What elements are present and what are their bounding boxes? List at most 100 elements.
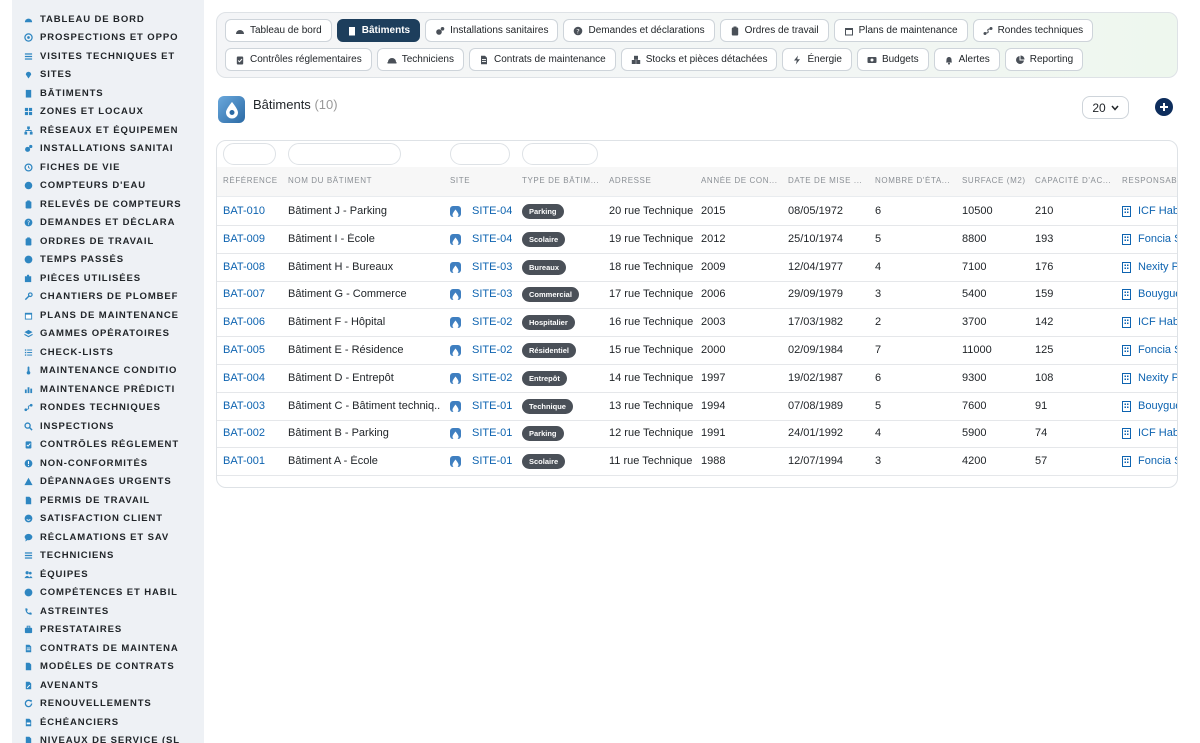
column-header[interactable]: RÉFÉRENCE [223,176,283,185]
responsible-link[interactable]: Nexity P [1138,372,1177,384]
responsible-link[interactable]: ICF Hab [1138,316,1177,328]
column-header[interactable]: RESPONSAB [1122,176,1177,185]
table-row[interactable]: BAT-002 Bâtiment B - Parking SITE-01 Parkin… [217,420,1177,449]
column-header[interactable]: DATE DE MISE ... [788,176,868,185]
nav-tab[interactable]: Installations sanitaires [425,19,559,42]
add-button[interactable] [1155,98,1173,116]
nav-tab[interactable]: Stocks et pièces détachées [620,48,778,71]
table-row[interactable]: BAT-006 Bâtiment F - Hôpital SITE-02 Hospit… [217,309,1177,338]
reference-link[interactable]: BAT-004 [223,372,265,384]
column-header[interactable]: ANNÉE DE CON... [701,176,781,185]
sidebar-item[interactable]: ORDRES DE TRAVAIL [12,232,204,251]
table-row[interactable]: BAT-004 Bâtiment D - Entrepôt SITE-02 Entre… [217,365,1177,393]
sidebar-item[interactable]: ÉCHÉANCIERS [12,713,204,732]
sidebar-item[interactable]: CONTRÔLES RÉGLEMENT [12,436,204,455]
responsible-link[interactable]: Foncia S [1138,455,1177,467]
sidebar-item[interactable]: CHANTIERS DE PLOMBEF [12,288,204,307]
sidebar-item[interactable]: CHECK-LISTS [12,343,204,362]
sidebar-item[interactable]: PIÈCES UTILISÉES [12,269,204,288]
responsible-link[interactable]: Nexity P [1138,261,1177,273]
sidebar-item[interactable]: INSTALLATIONS SANITAI [12,140,204,159]
responsible-link[interactable]: Bouygue [1138,400,1177,412]
nav-tab[interactable]: Rondes techniques [972,19,1094,42]
nav-tab[interactable]: Bâtiments [336,19,421,42]
nav-tab[interactable]: Reporting [1004,48,1084,71]
site-link[interactable]: SITE-04 [472,205,512,217]
responsible-link[interactable]: ICF Hab [1138,205,1177,217]
table-row[interactable]: BAT-010 Bâtiment J - Parking SITE-04 Parkin… [217,198,1177,226]
sidebar-item[interactable]: TABLEAU DE BORD [12,10,204,29]
nav-tab[interactable]: Plans de maintenance [833,19,968,42]
sidebar-item[interactable]: NIVEAUX DE SERVICE (SL [12,732,204,743]
sidebar-item[interactable]: RENOUVELLEMENTS [12,695,204,714]
nav-tab[interactable]: Tableau de bord [225,19,332,42]
sidebar-item[interactable]: BÂTIMENTS [12,84,204,103]
nav-tab[interactable]: Techniciens [376,48,464,71]
sidebar-item[interactable]: MODÈLES DE CONTRATS [12,658,204,677]
nav-tab[interactable]: Contrôles réglementaires [225,48,372,71]
sidebar-item[interactable]: RELEVÉS DE COMPTEURS [12,195,204,214]
column-header[interactable]: NOMBRE D'ÉTA... [875,176,955,185]
column-header[interactable]: SURFACE (M2) [962,176,1027,185]
site-link[interactable]: SITE-02 [472,316,512,328]
reference-link[interactable]: BAT-003 [223,400,265,412]
nav-tab[interactable]: Alertes [933,48,1000,71]
sidebar-item[interactable]: RÉSEAUX ET ÉQUIPEMEN [12,121,204,140]
reference-link[interactable]: BAT-008 [223,261,265,273]
sidebar-item[interactable]: MAINTENANCE PRÉDICTI [12,380,204,399]
sidebar-item[interactable]: TECHNICIENS [12,547,204,566]
site-link[interactable]: SITE-02 [472,372,512,384]
responsible-link[interactable]: ICF Hab [1138,427,1177,439]
reference-link[interactable]: BAT-001 [223,455,265,467]
sidebar-item[interactable]: AVENANTS [12,676,204,695]
sidebar-item[interactable]: INSPECTIONS [12,417,204,436]
sidebar-item[interactable]: COMPTEURS D'EAU [12,177,204,196]
column-header[interactable]: SITE [450,176,515,185]
nav-tab[interactable]: ? Demandes et déclarations [563,19,715,42]
site-link[interactable]: SITE-03 [472,288,512,300]
table-row[interactable]: BAT-005 Bâtiment E - Résidence SITE-02 Rési… [217,337,1177,365]
responsible-link[interactable]: Foncia S [1138,233,1177,245]
sidebar-item[interactable]: PROSPECTIONS ET OPPO [12,29,204,48]
site-link[interactable]: SITE-03 [472,261,512,273]
reference-link[interactable]: BAT-009 [223,233,265,245]
sidebar-item[interactable]: PLANS DE MAINTENANCE [12,306,204,325]
sidebar-item[interactable]: GAMMES OPÉRATOIRES [12,325,204,344]
sidebar-item[interactable]: SATISFACTION CLIENT [12,510,204,529]
sidebar-item[interactable]: ? DEMANDES ET DÉCLARA [12,214,204,233]
nav-tab[interactable]: Contrats de maintenance [468,48,616,71]
sidebar-item[interactable]: PERMIS DE TRAVAIL [12,491,204,510]
per-page-select[interactable]: 20 [1082,96,1129,119]
sidebar-item[interactable]: CONTRATS DE MAINTENA [12,639,204,658]
sidebar-item[interactable]: MAINTENANCE CONDITIO [12,362,204,381]
column-header[interactable]: CAPACITÉ D'AC... [1035,176,1115,185]
sidebar-item[interactable]: COMPÉTENCES ET HABIL [12,584,204,603]
column-header[interactable]: TYPE DE BÂTIM... [522,176,602,185]
filter-reference-input[interactable] [223,143,276,165]
sidebar-item[interactable]: RONDES TECHNIQUES [12,399,204,418]
site-link[interactable]: SITE-01 [472,455,512,467]
table-row[interactable]: BAT-001 Bâtiment A - École SITE-01 Scolaire… [217,448,1177,477]
sidebar-item[interactable]: FICHES DE VIE [12,158,204,177]
sidebar-item[interactable]: ASTREINTES [12,602,204,621]
sidebar-item[interactable]: NON-CONFORMITÉS [12,454,204,473]
sidebar-item[interactable]: DÉPANNAGES URGENTS [12,473,204,492]
responsible-link[interactable]: Bouygue [1138,288,1177,300]
reference-link[interactable]: BAT-002 [223,427,265,439]
nav-tab[interactable]: Budgets [856,48,929,71]
filter-site-input[interactable] [450,143,510,165]
site-link[interactable]: SITE-01 [472,400,512,412]
sidebar-item[interactable]: PRESTATAIRES [12,621,204,640]
column-header[interactable]: ADRESSE [609,176,699,185]
table-row[interactable]: BAT-008 Bâtiment H - Bureaux SITE-03 Bureau… [217,254,1177,282]
filter-name-input[interactable] [288,143,401,165]
sidebar-item[interactable]: TEMPS PASSÉS [12,251,204,270]
column-header[interactable]: NOM DU BÂTIMENT [288,176,443,185]
reference-link[interactable]: BAT-006 [223,316,265,328]
sidebar-item[interactable]: RÉCLAMATIONS ET SAV [12,528,204,547]
table-row[interactable]: BAT-009 Bâtiment I - École SITE-04 Scolaire… [217,226,1177,254]
sidebar-item[interactable]: SITES [12,66,204,85]
responsible-link[interactable]: Foncia S [1138,344,1177,356]
filter-type-input[interactable] [522,143,598,165]
reference-link[interactable]: BAT-007 [223,288,265,300]
